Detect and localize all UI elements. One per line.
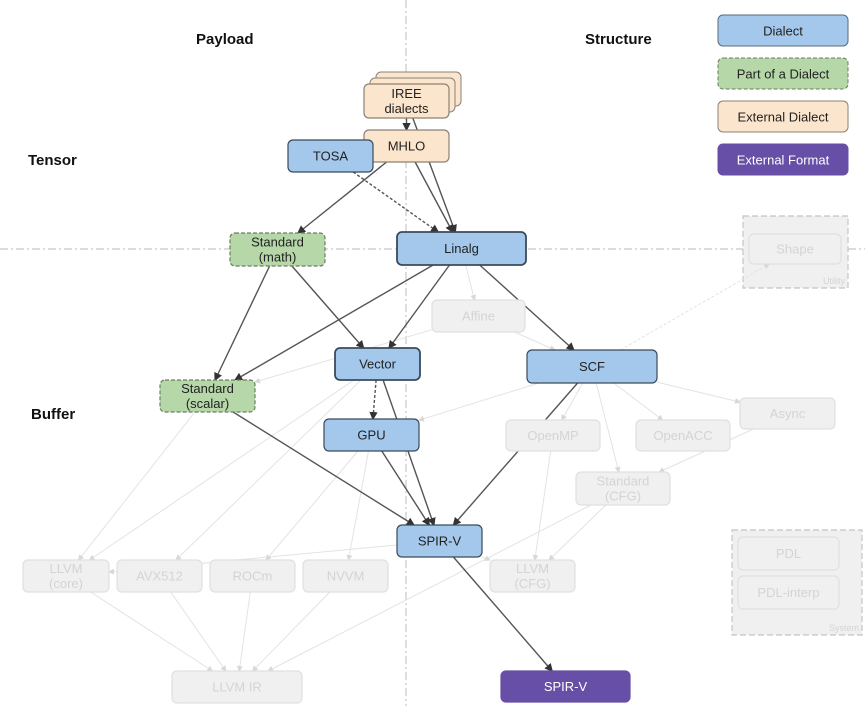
node-label: Vector — [359, 357, 397, 372]
node-label: (CFG) — [514, 576, 550, 591]
node-spirv-format[interactable]: SPIR-V — [500, 670, 631, 703]
node-async[interactable]: Async — [739, 397, 836, 430]
edge-vector-to-gpu — [369, 379, 378, 421]
axis-label-buffer: Buffer — [31, 406, 75, 423]
edge-rocm-to-llvm_ir — [236, 591, 251, 672]
node-std-math[interactable]: Standard(math) — [229, 232, 326, 267]
edge-scf-to-gpu — [418, 382, 540, 422]
node-affine[interactable]: Affine — [431, 299, 526, 333]
axis-label-payload: Payload — [196, 31, 254, 48]
node-label: Standard — [181, 381, 234, 396]
node-label: TOSA — [313, 149, 348, 164]
edge-scf-to-spirv — [452, 382, 579, 527]
node-label: (scalar) — [186, 396, 229, 411]
edge-openmp-to-llvm_cfg — [532, 450, 552, 561]
node-llvm-core[interactable]: LLVM(core) — [22, 559, 110, 593]
legend-label: External Dialect — [737, 110, 828, 125]
edge-vector-to-spirv — [382, 379, 436, 527]
legend-label: External Format — [737, 153, 830, 168]
node-label: ROCm — [233, 569, 273, 584]
legend-label: Part of a Dialect — [737, 67, 830, 82]
edge-std_math-to-std_scalar — [214, 265, 271, 382]
edge-linalg-to-affine — [465, 264, 477, 301]
node-linalg[interactable]: Linalg — [396, 231, 527, 266]
node-spirv[interactable]: SPIR-V — [396, 524, 483, 558]
node-label: Standard — [251, 235, 304, 250]
legend-item-external-format: External Format — [717, 143, 849, 176]
node-label: GPU — [357, 428, 385, 443]
legend-item-dialect: Dialect — [717, 14, 849, 47]
edge-affine-to-scf — [514, 331, 556, 351]
node-label: OpenMP — [527, 428, 578, 443]
node-label: PDL-interp — [757, 585, 819, 600]
node-label: dialects — [384, 101, 429, 116]
node-label: PDL — [776, 546, 801, 561]
node-label: IREE — [391, 86, 422, 101]
system-group-label: System — [829, 623, 859, 633]
node-label: SPIR-V — [418, 534, 462, 549]
node-label: AVX512 — [136, 569, 183, 584]
edge-std_cfg-to-llvm_cfg — [548, 504, 607, 561]
dialect-diagram: Payload Structure Tensor Buffer Utility … — [0, 0, 865, 706]
edge-std_scalar-to-llvm_core — [77, 411, 196, 561]
node-vector[interactable]: Vector — [334, 347, 421, 381]
node-std-cfg[interactable]: Standard(CFG) — [575, 471, 671, 506]
axis-label-structure: Structure — [585, 31, 652, 48]
node-label: Shape — [776, 242, 814, 257]
node-label: Async — [770, 406, 806, 421]
node-label: LLVM IR — [212, 680, 262, 695]
node-rocm[interactable]: ROCm — [209, 559, 296, 593]
node-label: Affine — [462, 309, 495, 324]
node-mhlo[interactable]: MHLO — [363, 129, 450, 163]
axis-label-tensor: Tensor — [28, 152, 77, 169]
node-gpu[interactable]: GPU — [323, 418, 420, 452]
legend-label: Dialect — [763, 24, 803, 39]
edge-scf-to-openacc — [613, 382, 664, 421]
node-llvm-cfg[interactable]: LLVM(CFG) — [489, 559, 576, 593]
node-label: MHLO — [388, 139, 426, 154]
edge-llvm_core-to-llvm_ir — [90, 591, 214, 672]
edge-avx512-to-llvm_ir — [170, 591, 227, 672]
node-label: OpenACC — [653, 428, 712, 443]
edge-std_math-to-vector — [291, 265, 365, 350]
node-iree[interactable]: IREEdialects — [363, 71, 462, 119]
node-openmp[interactable]: OpenMP — [505, 419, 601, 452]
node-label: (CFG) — [605, 489, 641, 504]
node-pdl[interactable]: PDL — [737, 536, 840, 571]
node-llvm-ir[interactable]: LLVM IR — [171, 670, 303, 704]
node-shape[interactable]: Shape — [748, 233, 842, 265]
legend-item-external-dialect: External Dialect — [717, 100, 849, 133]
edge-scf-to-async — [656, 381, 741, 404]
node-label: NVVM — [327, 569, 365, 584]
node-label: SCF — [579, 359, 605, 374]
node-label: SPIR-V — [544, 679, 588, 694]
node-label: Linalg — [444, 241, 479, 256]
node-label: (core) — [49, 576, 83, 591]
node-nvvm[interactable]: NVVM — [302, 559, 389, 593]
utility-group-label: Utility — [823, 276, 845, 286]
edge-gpu-to-rocm — [265, 450, 359, 561]
node-std-scalar[interactable]: Standard(scalar) — [159, 379, 256, 413]
node-label: Standard — [597, 474, 650, 489]
node-label: (math) — [259, 250, 297, 265]
edge-gpu-to-nvvm — [346, 450, 369, 561]
edge-mhlo-to-std_math — [297, 161, 388, 234]
node-avx512[interactable]: AVX512 — [116, 559, 203, 593]
node-tosa[interactable]: TOSA — [287, 139, 374, 173]
edge-scf-to-shape — [620, 263, 770, 351]
node-pdl-interp[interactable]: PDL-interp — [737, 575, 840, 610]
node-openacc[interactable]: OpenACC — [635, 419, 731, 452]
node-label: LLVM — [516, 561, 549, 576]
node-scf[interactable]: SCF — [526, 349, 658, 384]
node-label: LLVM — [50, 561, 83, 576]
legend-item-part-of-dialect: Part of a Dialect — [717, 57, 849, 90]
legend: Dialect Part of a Dialect External Diale… — [717, 14, 849, 176]
